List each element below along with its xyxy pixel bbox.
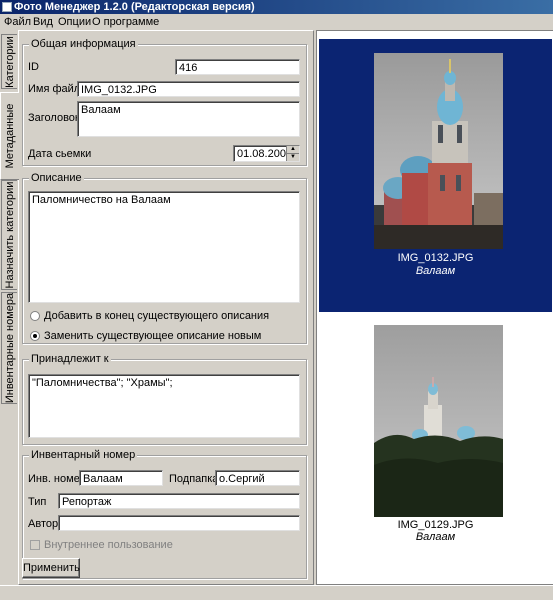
church-photo-image [374,53,503,249]
thumbnail-title: Валаам [415,265,456,277]
inv-number-label: Инв. номер [28,473,86,485]
filename-field[interactable]: IMG_0132.JPG [77,81,300,97]
status-bar [0,585,553,600]
thumbnail-filename: IMG_0132.JPG [397,252,474,264]
menu-bar: Файл Вид Опции О программе [0,14,553,30]
radio-replace[interactable]: Заменить существующее описание новым [30,330,261,342]
author-field[interactable] [58,515,300,531]
id-field[interactable]: 416 [175,59,300,75]
description-legend: Описание [29,172,84,184]
general-info-group: Общая информация ID 416 Имя файла IMG_01… [22,38,307,166]
author-label: Автор [28,518,59,530]
id-label: ID [28,61,39,73]
subfolder-field[interactable]: о.Сергий [215,470,300,486]
type-field[interactable]: Репортаж [58,493,300,509]
thumbnail-title: Валаам [415,531,456,543]
description-group: Описание Паломничество на Валаам Добавит… [22,172,307,344]
spin-up-icon[interactable]: ▲ [287,146,299,154]
date-spinner[interactable]: ▲ ▼ [286,146,299,161]
menu-file[interactable]: Файл [4,16,31,28]
radio-replace-label: Заменить существующее описание новым [44,330,262,342]
menu-view[interactable]: Вид [33,16,53,28]
apply-button[interactable]: Применить [22,558,80,578]
date-label: Дата сьемки [28,148,92,160]
thumbnail-viewer: IMG_0132.JPG Валаам IMG_0129.JPG Валаам [316,30,553,585]
date-value: 01.08.2008 [237,148,293,160]
tab-categories[interactable]: Категории [1,34,17,89]
title-label: Заголовок [28,112,80,124]
inv-number-field[interactable]: Валаам [79,470,163,486]
subfolder-label: Подпапка [169,473,219,485]
island-photo-image [374,325,503,517]
window-titlebar: Фото Менеджер 1.2.0 (Редакторская версия… [0,0,553,14]
window-title: Фото Менеджер 1.2.0 (Редакторская версия… [14,1,255,13]
general-info-legend: Общая информация [29,38,138,50]
internal-use-label: Внутреннее пользование [44,539,173,551]
radio-append-indicator[interactable] [30,311,40,321]
type-label: Тип [28,496,47,508]
thumbnail-item[interactable]: IMG_0132.JPG Валаам [319,39,552,312]
radio-replace-indicator[interactable] [30,331,40,341]
internal-use-checkbox[interactable]: Внутреннее пользование [30,539,173,551]
metadata-panel: Общая информация ID 416 Имя файла IMG_01… [18,30,314,585]
radio-append[interactable]: Добавить в конец существующего описания [30,310,269,322]
menu-options[interactable]: Опции [58,16,91,28]
thumbnail-filename: IMG_0129.JPG [397,519,474,531]
photo-thumbnail[interactable] [374,53,503,249]
title-field[interactable]: Валаам [77,101,300,137]
belongs-to-legend: Принадлежит к [29,353,111,365]
app-icon [2,2,12,12]
tab-metadata[interactable]: Метаданные [0,92,19,180]
tab-inventory-numbers[interactable]: Инвентарные номера [1,292,17,404]
menu-about[interactable]: О программе [92,16,159,28]
inventory-legend: Инвентарный номер [29,449,138,461]
vertical-tab-strip: Категории Метаданные Назначить категории… [0,30,19,600]
belongs-to-textarea[interactable]: "Паломничества"; "Храмы"; [28,374,300,438]
date-picker[interactable]: 01.08.2008 ▲ ▼ [233,145,300,162]
radio-append-label: Добавить в конец существующего описания [44,310,270,322]
description-textarea[interactable]: Паломничество на Валаам [28,191,300,303]
photo-thumbnail[interactable] [374,325,503,517]
belongs-to-group: Принадлежит к "Паломничества"; "Храмы"; [22,353,307,445]
thumbnail-item[interactable]: IMG_0129.JPG Валаам [319,319,552,549]
internal-use-box[interactable] [30,540,40,550]
spin-down-icon[interactable]: ▼ [287,154,299,162]
tab-assign-categories[interactable]: Назначить категории [1,180,17,290]
